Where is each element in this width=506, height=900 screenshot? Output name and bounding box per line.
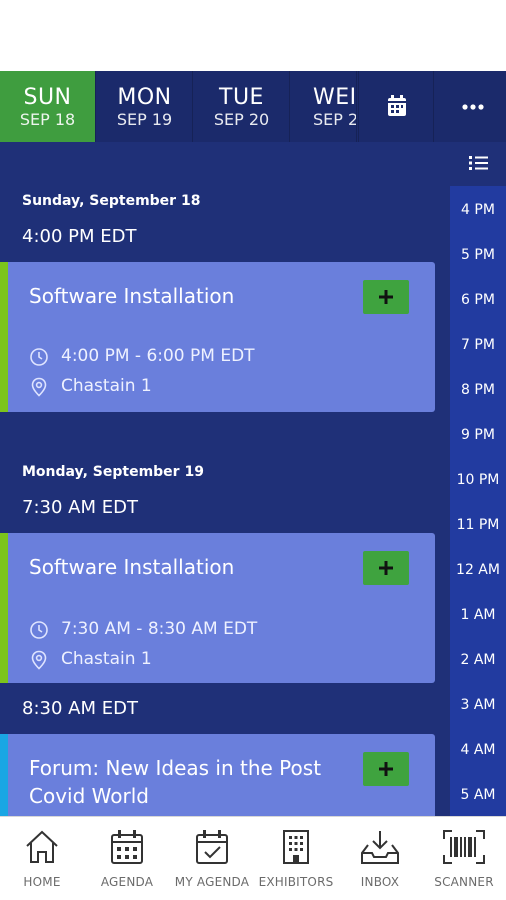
home-icon <box>26 830 58 863</box>
session-time-text: 7:30 AM - 8:30 AM EDT <box>61 619 258 639</box>
tab-label: SCANNER <box>434 875 494 889</box>
location-pin-icon <box>31 650 47 670</box>
tab-home[interactable]: HOME <box>0 817 84 900</box>
tab-label: AGENDA <box>100 875 154 889</box>
status-area <box>0 0 506 71</box>
clock-icon <box>30 621 48 639</box>
list-view-button[interactable] <box>450 142 506 186</box>
timeline-tick[interactable]: 7 PM <box>450 337 506 353</box>
location-pin-icon <box>31 377 47 397</box>
track-color-bar <box>0 533 8 683</box>
timeline-tick[interactable]: 8 PM <box>450 382 506 398</box>
day-tab-mon[interactable]: MON SEP 19 <box>97 71 193 142</box>
add-to-agenda-button[interactable] <box>363 551 409 585</box>
tab-agenda[interactable]: AGENDA <box>84 817 170 900</box>
plus-icon <box>379 762 393 776</box>
list-icon <box>469 156 488 170</box>
more-button[interactable] <box>440 71 506 142</box>
day-heading: Monday, September 19 <box>22 464 204 480</box>
time-heading: 7:30 AM EDT <box>22 497 138 518</box>
timeline-tick[interactable]: 4 AM <box>450 742 506 758</box>
day-date: SEP 18 <box>19 110 76 129</box>
barcode-scanner-icon <box>443 830 485 864</box>
timeline-tick[interactable]: 6 PM <box>450 292 506 308</box>
calendar-button[interactable] <box>358 71 434 142</box>
timeline-tick[interactable]: 2 AM <box>450 652 506 668</box>
timeline-tick[interactable]: 10 PM <box>450 472 506 488</box>
timeline-rail[interactable]: 4 PM 5 PM 6 PM 7 PM 8 PM 9 PM 10 PM 11 PM 12 AM 1… <box>450 142 506 816</box>
add-to-agenda-button[interactable] <box>363 752 409 786</box>
tab-my-agenda[interactable]: MY AGENDA <box>170 817 254 900</box>
timeline-tick[interactable]: 12 AM <box>450 562 506 578</box>
session-title: Software Installation <box>29 555 235 579</box>
calendar-check-icon <box>196 830 228 864</box>
timeline-tick[interactable]: 5 PM <box>450 247 506 263</box>
time-heading: 8:30 AM EDT <box>22 698 138 719</box>
session-card[interactable]: Software Installation 4:00 PM - 6:00 PM … <box>0 262 435 412</box>
plus-icon <box>379 561 393 575</box>
building-icon <box>283 830 309 864</box>
timeline-tick[interactable]: 11 PM <box>450 517 506 533</box>
more-horizontal-icon <box>462 104 484 110</box>
session-location-text: Chastain 1 <box>61 649 152 669</box>
day-name: TUE <box>219 85 264 110</box>
day-date: SEP 20 <box>213 110 270 129</box>
track-color-bar <box>0 734 8 816</box>
inbox-download-icon <box>361 831 399 864</box>
session-title: Software Installation <box>29 284 235 308</box>
clock-icon <box>30 348 48 366</box>
day-name: SUN <box>23 85 72 110</box>
tab-scanner[interactable]: SCANNER <box>422 817 506 900</box>
session-card[interactable]: Forum: New Ideas in the Post Covid World <box>0 734 435 816</box>
session-location-text: Chastain 1 <box>61 376 152 396</box>
day-date: SEP 2 <box>313 110 357 129</box>
day-tab-tue[interactable]: TUE SEP 20 <box>194 71 290 142</box>
timeline-tick[interactable]: 4 PM <box>450 202 506 218</box>
track-color-bar <box>0 262 8 412</box>
day-tab-sun[interactable]: SUN SEP 18 <box>0 71 96 142</box>
tab-exhibitors[interactable]: EXHIBITORS <box>254 817 338 900</box>
timeline-tick[interactable]: 1 AM <box>450 607 506 623</box>
tab-label: HOME <box>23 875 61 889</box>
session-time-text: 4:00 PM - 6:00 PM EDT <box>61 346 255 366</box>
timeline-tick[interactable]: 3 AM <box>450 697 506 713</box>
tab-label: INBOX <box>360 875 400 889</box>
tab-label: EXHIBITORS <box>258 875 334 889</box>
day-name: MON <box>117 85 172 110</box>
session-card[interactable]: Software Installation 7:30 AM - 8:30 AM … <box>0 533 435 683</box>
tab-inbox[interactable]: INBOX <box>338 817 422 900</box>
calendar-icon <box>388 95 406 116</box>
timeline-tick[interactable]: 9 PM <box>450 427 506 443</box>
day-tab-wed[interactable]: WEI SEP 2 <box>291 71 357 142</box>
day-date: SEP 19 <box>116 110 173 129</box>
day-name: WEI <box>313 85 357 110</box>
day-selector: SUN SEP 18 MON SEP 19 TUE SEP 20 WEI SEP… <box>0 71 506 142</box>
plus-icon <box>379 290 393 304</box>
session-title: Forum: New Ideas in the Post Covid World <box>29 756 322 808</box>
tab-label: MY AGENDA <box>174 875 250 889</box>
bottom-tab-bar: HOME AGENDA MY AGENDA EXHIBITORS INBOX S… <box>0 816 506 900</box>
timeline-tick[interactable]: 5 AM <box>450 787 506 803</box>
calendar-icon <box>111 830 143 864</box>
add-to-agenda-button[interactable] <box>363 280 409 314</box>
time-heading: 4:00 PM EDT <box>22 226 137 247</box>
session-feed: Sunday, September 18 4:00 PM EDT Softwar… <box>0 142 450 816</box>
day-heading: Sunday, September 18 <box>22 193 201 209</box>
agenda-view: Sunday, September 18 4:00 PM EDT Softwar… <box>0 142 506 816</box>
